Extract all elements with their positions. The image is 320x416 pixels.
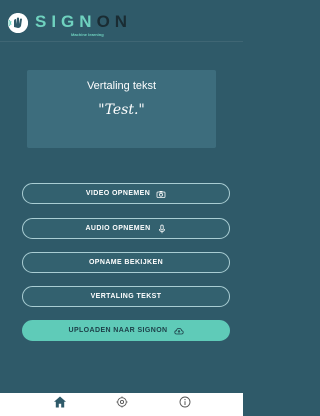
audio-record-button[interactable]: AUDIO OPNEMEN (22, 218, 230, 239)
gear-icon (116, 395, 128, 413)
logo-subtitle: Machine learning (71, 32, 104, 37)
home-icon (53, 395, 67, 414)
nav-info[interactable] (175, 396, 195, 412)
header-divider (0, 41, 243, 42)
translate-text-label: VERTALING TEKST (90, 293, 162, 300)
signon-hand-icon (8, 13, 28, 33)
nav-home[interactable] (50, 396, 70, 412)
view-recording-button[interactable]: OPNAME BEKIJKEN (22, 252, 230, 273)
app-header: SIGNON Machine learning (0, 0, 243, 41)
camera-icon (156, 189, 166, 199)
translation-card: Vertaling tekst "Test." (27, 70, 216, 148)
translation-result-text: "Test." (98, 102, 145, 118)
bottom-navigation (0, 393, 243, 416)
audio-record-label: AUDIO OPNEMEN (85, 225, 151, 232)
upload-to-signon-button[interactable]: UPLOADEN NAAR SIGNON (22, 320, 230, 341)
video-record-button[interactable]: VIDEO OPNEMEN (22, 183, 230, 204)
cloud-upload-icon (173, 326, 184, 336)
translate-text-button[interactable]: VERTALING TEKST (22, 286, 230, 307)
logo-wordmark: SIGNON (35, 12, 133, 31)
nav-settings[interactable] (112, 396, 132, 412)
view-recording-label: OPNAME BEKIJKEN (88, 259, 164, 266)
video-record-label: VIDEO OPNEMEN (85, 190, 151, 197)
card-title: Vertaling tekst (86, 80, 157, 92)
info-icon (179, 395, 191, 413)
microphone-icon (157, 224, 167, 234)
upload-label: UPLOADEN NAAR SIGNON (68, 327, 168, 334)
